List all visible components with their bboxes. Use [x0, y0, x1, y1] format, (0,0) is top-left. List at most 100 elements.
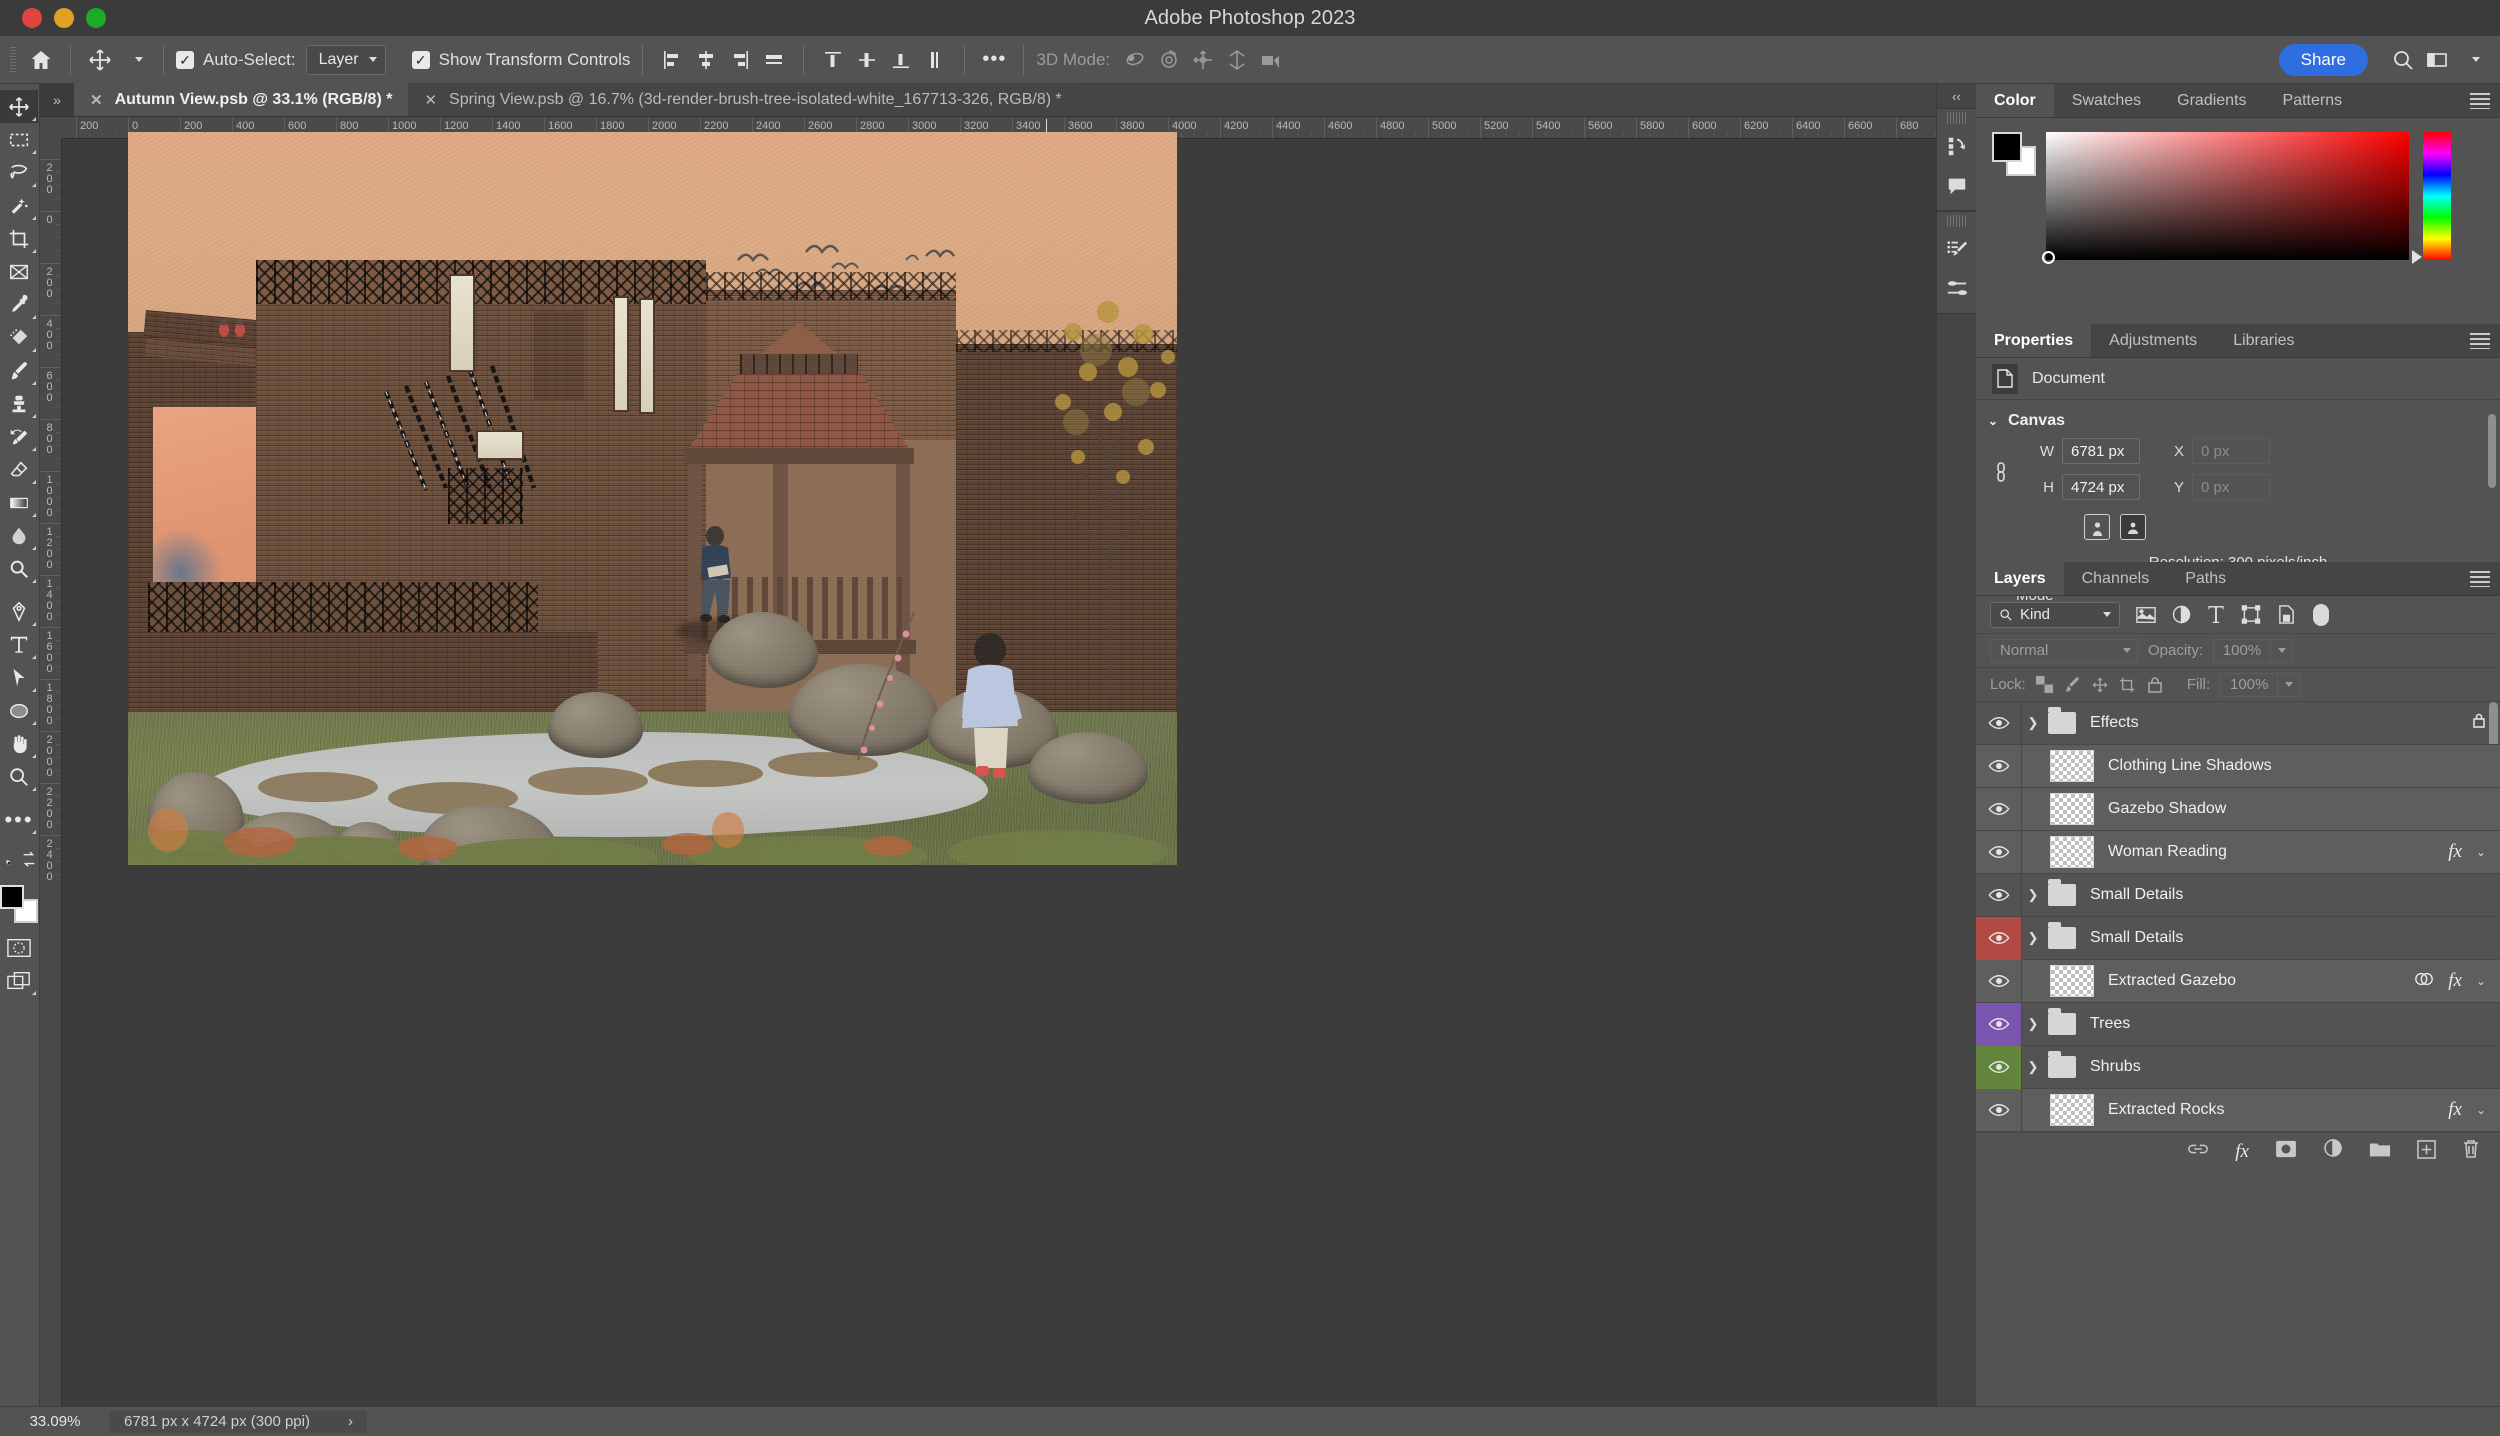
distribute-vertically-icon[interactable] — [918, 43, 952, 77]
color-picker-handle[interactable] — [2042, 251, 2055, 264]
options-bar-grip[interactable] — [10, 46, 16, 73]
expand-effects-chevron-icon[interactable]: ⌄ — [2476, 974, 2486, 988]
align-right-edges-icon[interactable] — [723, 43, 757, 77]
color-picker-field[interactable] — [2042, 132, 2409, 264]
add-layer-style-icon[interactable]: fx — [2235, 1141, 2249, 1163]
frame-tool[interactable] — [0, 255, 38, 288]
history-brush-tool[interactable] — [0, 420, 38, 453]
expand-effects-chevron-icon[interactable]: ⌄ — [2476, 845, 2486, 859]
properties-panel-menu-icon[interactable] — [2470, 333, 2490, 349]
tab-libraries[interactable]: Libraries — [2215, 324, 2312, 357]
tab-color[interactable]: Color — [1976, 84, 2054, 117]
3d-orbit-icon[interactable] — [1118, 43, 1152, 77]
link-layers-icon[interactable] — [2187, 1141, 2209, 1162]
foreground-color-swatch[interactable] — [0, 885, 24, 909]
spot-healing-brush-tool[interactable] — [0, 321, 38, 354]
auto-select-checkbox[interactable]: ✓ — [176, 50, 194, 69]
panel-group-grip[interactable] — [1946, 112, 1967, 124]
chevron-down-icon[interactable]: ⌄ — [1988, 414, 1998, 428]
layer-thumbnail[interactable] — [2050, 836, 2094, 868]
layer-row[interactable]: Clothing Line Shadows — [1976, 744, 2500, 788]
history-icon[interactable] — [1937, 126, 1976, 166]
add-layer-mask-icon[interactable] — [2275, 1140, 2297, 1163]
landscape-orientation-icon[interactable] — [2120, 514, 2146, 540]
clone-stamp-tool[interactable] — [0, 387, 38, 420]
rectangular-marquee-tool[interactable] — [0, 123, 38, 156]
portrait-orientation-icon[interactable] — [2084, 514, 2110, 540]
document-tab-autumn-view[interactable]: ✕ Autumn View.psb @ 33.1% (RGB/8) * — [74, 83, 409, 116]
layer-row[interactable]: Extracted Rocks fx ⌄ — [1976, 1088, 2500, 1132]
layer-thumbnail[interactable] — [2050, 750, 2094, 782]
chevron-right-icon[interactable]: ❯ — [2022, 715, 2044, 731]
tab-swatches[interactable]: Swatches — [2054, 84, 2159, 117]
align-vertical-centers-icon[interactable] — [850, 43, 884, 77]
brush-settings-icon[interactable] — [1937, 229, 1976, 269]
canvas-x-input[interactable]: 0 px — [2192, 438, 2270, 464]
zoom-tool[interactable] — [0, 760, 38, 793]
document-info-chevron-icon[interactable]: › — [348, 1413, 353, 1430]
color-panel-swatches[interactable] — [1992, 132, 2038, 178]
opacity-input[interactable]: 100% — [2213, 638, 2272, 663]
layer-visibility-toggle[interactable] — [1976, 701, 2022, 745]
home-icon[interactable] — [24, 43, 58, 77]
shape-layer-filter-icon[interactable] — [2241, 605, 2261, 624]
chevron-right-icon[interactable]: ❯ — [2022, 1059, 2044, 1075]
brushes-icon[interactable] — [1937, 269, 1976, 309]
layer-effects-indicator[interactable]: fx — [2448, 970, 2462, 992]
zoom-level-field[interactable]: 33.09% — [0, 1413, 110, 1430]
close-tab-icon[interactable]: ✕ — [90, 91, 103, 109]
more-options-icon[interactable]: ••• — [977, 43, 1011, 77]
tab-layers[interactable]: Layers — [1976, 562, 2064, 595]
layer-row[interactable]: ❯ Small Details — [1976, 873, 2500, 917]
canvas-width-input[interactable]: 6781 px — [2062, 438, 2140, 464]
lock-transparent-pixels-icon[interactable] — [2035, 676, 2053, 693]
layer-visibility-toggle[interactable] — [1976, 787, 2022, 831]
filter-toggle-switch[interactable] — [2312, 602, 2330, 628]
chevron-right-icon[interactable]: ❯ — [2022, 1016, 2044, 1032]
document-tab-spring-view[interactable]: ✕ Spring View.psb @ 16.7% (3d-render-bru… — [408, 83, 1078, 116]
foreground-color-swatch[interactable] — [1992, 132, 2022, 162]
layer-visibility-toggle[interactable] — [1976, 873, 2022, 917]
canvas-area[interactable]: 200 0 200 400 600 800 1000 1200 1400 1600 1800 2000… — [40, 117, 1976, 1417]
comments-icon[interactable] — [1937, 166, 1976, 206]
edit-toolbar-tool[interactable]: ••• — [0, 803, 38, 836]
tab-adjustments[interactable]: Adjustments — [2091, 324, 2215, 357]
share-button[interactable]: Share — [2278, 43, 2368, 76]
new-adjustment-layer-icon[interactable] — [2323, 1139, 2343, 1164]
color-panel-menu-icon[interactable] — [2470, 93, 2490, 109]
fill-input[interactable]: 100% — [2220, 672, 2279, 697]
expand-effects-chevron-icon[interactable]: ⌄ — [2476, 1103, 2486, 1117]
lock-all-icon[interactable] — [2147, 676, 2163, 694]
3d-slide-icon[interactable] — [1220, 43, 1254, 77]
layer-effects-indicator[interactable]: fx — [2448, 841, 2462, 863]
adjustment-layer-filter-icon[interactable] — [2172, 605, 2191, 624]
workspace-switcher-icon[interactable] — [2420, 43, 2454, 77]
layer-row[interactable]: ❯ Effects — [1976, 701, 2500, 745]
fill-stepper[interactable] — [2278, 672, 2301, 697]
lasso-tool[interactable] — [0, 156, 38, 189]
collapse-panels-icon[interactable]: ‹‹ — [1937, 84, 1976, 108]
panel-group-grip-2[interactable] — [1946, 215, 1967, 227]
show-transform-controls-checkbox[interactable]: ✓ — [411, 50, 430, 69]
hue-slider[interactable] — [2423, 132, 2451, 260]
layer-mask-indicator-icon[interactable] — [2414, 971, 2434, 992]
quick-mask-icon[interactable] — [0, 931, 38, 964]
ellipse-tool[interactable] — [0, 694, 38, 727]
layer-row[interactable]: ❯ Shrubs — [1976, 1045, 2500, 1089]
layer-row[interactable]: ❯ Trees — [1976, 1002, 2500, 1046]
blur-tool[interactable] — [0, 519, 38, 552]
layer-visibility-toggle[interactable] — [1976, 1088, 2022, 1132]
layers-panel-menu-icon[interactable] — [2470, 571, 2490, 587]
document-size-info[interactable]: 6781 px x 4724 px (300 ppi) › — [110, 1410, 367, 1433]
eraser-tool[interactable] — [0, 453, 38, 486]
search-icon[interactable] — [2386, 43, 2420, 77]
lock-artboard-nesting-icon[interactable] — [2119, 677, 2137, 693]
layer-visibility-toggle[interactable] — [1976, 916, 2022, 960]
move-tool-icon[interactable] — [83, 43, 117, 77]
layer-visibility-toggle[interactable] — [1976, 1002, 2022, 1046]
close-tab-icon[interactable]: ✕ — [424, 91, 437, 109]
color-swatches[interactable] — [0, 879, 38, 931]
3d-pan-icon[interactable] — [1186, 43, 1220, 77]
chevron-right-icon[interactable]: ❯ — [2022, 930, 2044, 946]
dodge-tool[interactable] — [0, 552, 38, 585]
